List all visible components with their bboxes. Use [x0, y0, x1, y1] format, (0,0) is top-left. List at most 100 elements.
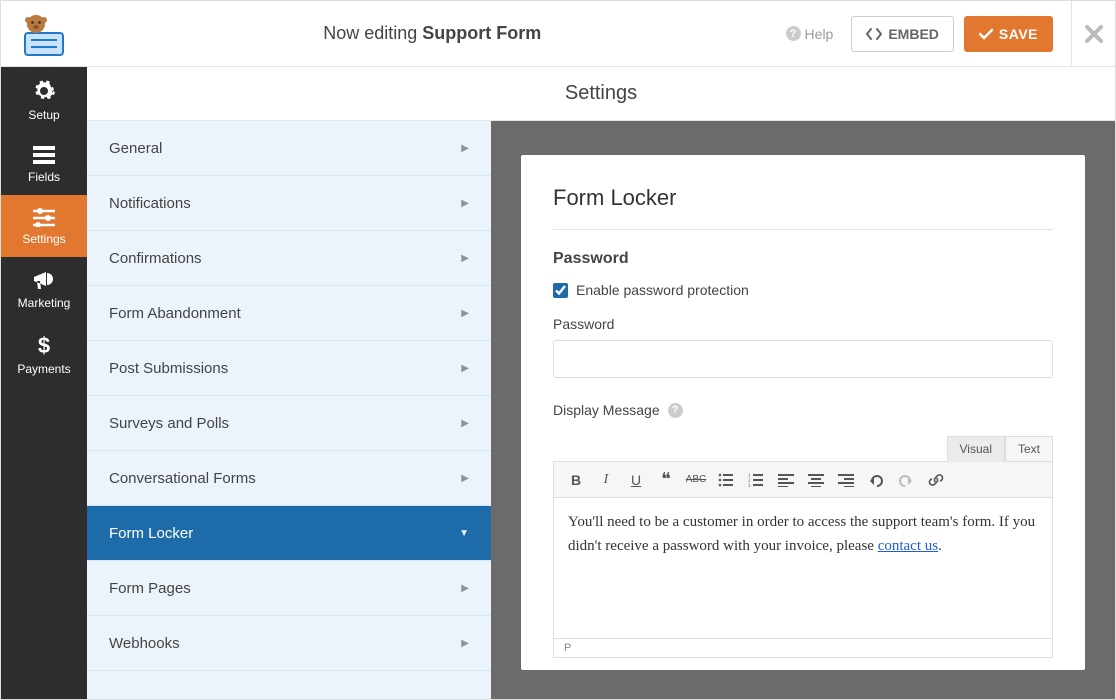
subnav-general[interactable]: General ▶ [87, 121, 491, 176]
sliders-icon [32, 207, 56, 227]
password-input[interactable] [553, 340, 1053, 378]
subnav-notifications[interactable]: Notifications ▶ [87, 176, 491, 231]
align-center-button[interactable] [802, 467, 830, 493]
card-title: Form Locker [553, 185, 1053, 230]
chevron-right-icon: ▶ [461, 253, 469, 264]
save-label: SAVE [999, 26, 1038, 42]
subnav-confirmations-label: Confirmations [109, 250, 202, 267]
help-icon: ? [786, 26, 801, 41]
bold-button[interactable]: B [562, 467, 590, 493]
now-editing: Now editing Support Form [87, 23, 778, 44]
gear-icon [32, 79, 56, 103]
chevron-right-icon: ▶ [461, 143, 469, 154]
app-logo [1, 1, 87, 67]
password-field-label: Password [553, 316, 1053, 332]
subnav-post-submissions[interactable]: Post Submissions ▶ [87, 341, 491, 396]
subnav-conversational-forms-label: Conversational Forms [109, 470, 256, 487]
editor-text-prefix: You'll need to be a customer in order to… [568, 514, 1035, 554]
enable-password-row[interactable]: Enable password protection [553, 282, 1053, 298]
editing-prefix: Now editing [323, 23, 422, 43]
subnav-notifications-label: Notifications [109, 195, 191, 212]
display-message-text: Display Message [553, 402, 660, 418]
quote-button[interactable]: ❝ [652, 467, 680, 493]
right-column: Settings General ▶ Notifications ▶ Confi… [87, 67, 1115, 699]
enable-password-label: Enable password protection [576, 282, 749, 298]
link-button[interactable] [922, 467, 950, 493]
subnav-surveys-polls[interactable]: Surveys and Polls ▶ [87, 396, 491, 451]
save-button[interactable]: SAVE [964, 16, 1053, 52]
svg-text:$: $ [38, 333, 50, 357]
chevron-right-icon: ▶ [461, 418, 469, 429]
chevron-right-icon: ▶ [461, 473, 469, 484]
subnav-confirmations[interactable]: Confirmations ▶ [87, 231, 491, 286]
strike-button[interactable]: ABC [682, 467, 710, 493]
redo-button[interactable] [892, 467, 920, 493]
form-locker-card: Form Locker Password Enable password pro… [521, 155, 1085, 670]
embed-label: EMBED [888, 26, 939, 42]
help-label: Help [805, 26, 834, 42]
subnav-webhooks[interactable]: Webhooks ▶ [87, 616, 491, 671]
nav-setup-label: Setup [28, 108, 59, 122]
editor-tab-text[interactable]: Text [1005, 436, 1053, 462]
nav-payments-label: Payments [17, 362, 70, 376]
nav-marketing[interactable]: Marketing [1, 257, 87, 321]
help-link[interactable]: ? Help [778, 20, 842, 48]
subnav-form-locker-label: Form Locker [109, 525, 193, 542]
editor-box: B I U ❝ ABC 123 [553, 461, 1053, 658]
editor-status-path: P [554, 638, 1052, 657]
underline-button[interactable]: U [622, 467, 650, 493]
nav-settings[interactable]: Settings [1, 195, 87, 257]
subnav-form-pages-label: Form Pages [109, 580, 191, 597]
top-bar: Now editing Support Form ? Help EMBED SA… [1, 1, 1115, 67]
italic-button[interactable]: I [592, 467, 620, 493]
nav-fields[interactable]: Fields [1, 133, 87, 195]
close-button[interactable] [1071, 1, 1115, 67]
content-wrap: Form Locker Password Enable password pro… [491, 121, 1115, 699]
section-password-title: Password [553, 250, 1053, 268]
align-left-button[interactable] [772, 467, 800, 493]
dollar-icon: $ [36, 333, 52, 357]
chevron-right-icon: ▶ [461, 363, 469, 374]
subnav-conversational-forms[interactable]: Conversational Forms ▶ [87, 451, 491, 506]
subnav-post-submissions-label: Post Submissions [109, 360, 228, 377]
undo-button[interactable] [862, 467, 890, 493]
editor-tab-visual[interactable]: Visual [947, 436, 1005, 462]
top-right-actions: ? Help EMBED SAVE [778, 1, 1115, 67]
subnav-form-abandonment[interactable]: Form Abandonment ▶ [87, 286, 491, 341]
list-icon [32, 145, 56, 165]
form-name: Support Form [422, 23, 541, 43]
nav-marketing-label: Marketing [18, 296, 71, 310]
chevron-right-icon: ▶ [461, 638, 469, 649]
chevron-right-icon: ▶ [461, 198, 469, 209]
nav-payments[interactable]: $ Payments [1, 321, 87, 387]
help-icon[interactable]: ? [668, 403, 683, 418]
chevron-down-icon: ▼ [459, 528, 469, 539]
editor-toolbar: B I U ❝ ABC 123 [554, 462, 1052, 498]
panel-title: Settings [87, 67, 1115, 121]
code-icon [866, 27, 882, 41]
columns: General ▶ Notifications ▶ Confirmations … [87, 121, 1115, 699]
main: Setup Fields Settings [1, 67, 1115, 699]
nav-fields-label: Fields [28, 170, 60, 184]
editor-contact-link[interactable]: contact us [878, 538, 938, 554]
left-nav: Setup Fields Settings [1, 67, 87, 699]
editor-tabs: Visual Text [553, 436, 1053, 462]
svg-text:3: 3 [748, 484, 751, 487]
subnav-form-locker[interactable]: Form Locker ▼ [87, 506, 491, 561]
embed-button[interactable]: EMBED [851, 16, 954, 52]
nav-setup[interactable]: Setup [1, 67, 87, 133]
bullhorn-icon [32, 269, 56, 291]
editor-content[interactable]: You'll need to be a customer in order to… [554, 498, 1052, 638]
ul-button[interactable] [712, 467, 740, 493]
subnav-general-label: General [109, 140, 162, 157]
chevron-right-icon: ▶ [461, 308, 469, 319]
subnav-form-pages[interactable]: Form Pages ▶ [87, 561, 491, 616]
align-right-button[interactable] [832, 467, 860, 493]
subnav-webhooks-label: Webhooks [109, 635, 180, 652]
enable-password-checkbox[interactable] [553, 283, 568, 298]
subnav-surveys-polls-label: Surveys and Polls [109, 415, 229, 432]
nav-settings-label: Settings [22, 232, 65, 246]
ol-button[interactable]: 123 [742, 467, 770, 493]
check-icon [979, 28, 993, 40]
chevron-right-icon: ▶ [461, 583, 469, 594]
